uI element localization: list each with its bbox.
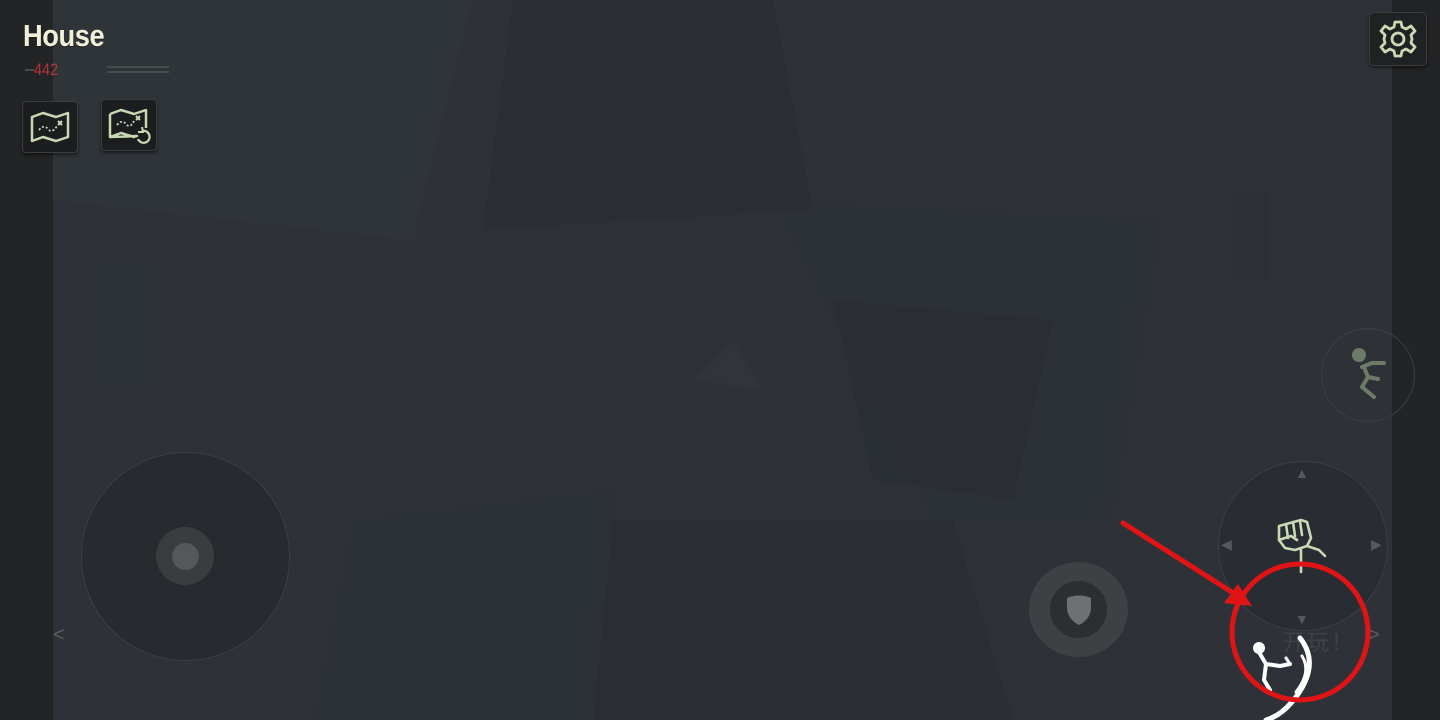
attack-down-arrow[interactable]: ▼ [1295,612,1309,626]
block-button-inner [1050,581,1107,638]
jump-button[interactable] [1321,328,1415,422]
fist-icon [1277,518,1327,574]
attack-pad[interactable]: ▲ ▼ ◀ ▶ [1218,461,1388,631]
attack-up-arrow[interactable]: ▲ [1295,466,1309,480]
map-button[interactable] [22,101,78,153]
game-screen: House 442 < ▲ ▼ ◀ ▶ 开玩！ > [0,0,1440,720]
map-refresh-icon [108,108,151,144]
settings-button[interactable] [1369,12,1427,66]
right-arrow: > [1368,624,1380,646]
map-icon [30,111,70,143]
gear-icon [1379,20,1417,58]
map-refresh-button[interactable] [101,99,157,151]
location-title: House [23,18,105,53]
score-dash [25,69,34,71]
kick-button[interactable] [1240,630,1330,720]
stickman-jump-icon [1352,348,1386,399]
movement-joystick[interactable] [81,452,290,661]
score-value: 442 [34,60,59,79]
block-button[interactable] [1029,562,1128,657]
shield-icon [1066,595,1091,625]
attack-left-arrow[interactable]: ◀ [1221,537,1232,551]
left-arrow: < [53,624,65,646]
status-bars [107,65,169,74]
joystick-knob[interactable] [172,543,199,570]
stickman-kick-icon [1253,635,1312,720]
attack-right-arrow[interactable]: ▶ [1371,537,1382,551]
